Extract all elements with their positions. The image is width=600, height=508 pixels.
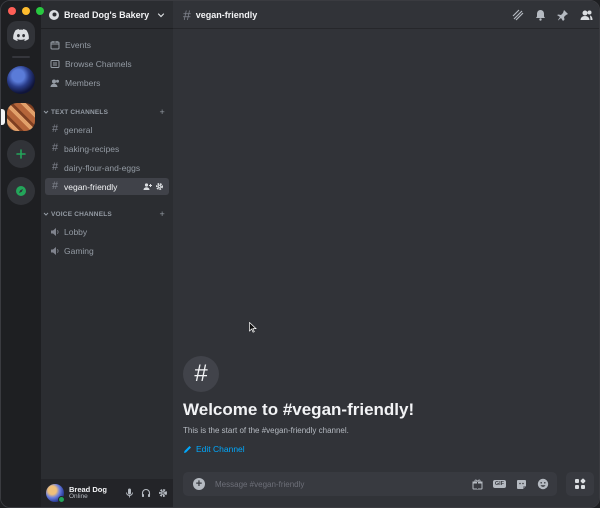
gif-button[interactable]: GIF — [492, 480, 506, 488]
channel-label: Lobby — [64, 226, 88, 237]
mouse-cursor-icon — [249, 322, 257, 333]
guild-header[interactable]: Bread Dog's Bakery — [41, 1, 173, 29]
speaker-icon — [51, 246, 59, 255]
headphones-icon[interactable] — [141, 488, 151, 498]
plus-icon — [16, 149, 26, 159]
gift-icon[interactable] — [472, 479, 483, 490]
channel-welcome: # Welcome to #vegan-friendly! This is th… — [183, 356, 414, 454]
category-label: VOICE CHANNELS — [51, 210, 112, 218]
nav-browse-channels[interactable]: Browse Channels — [45, 55, 169, 73]
close-window-button[interactable] — [8, 7, 16, 15]
channel-hash-icon: # — [183, 356, 219, 392]
category-voice-channels[interactable]: VOICE CHANNELS + — [41, 208, 173, 220]
browse-icon — [50, 59, 60, 69]
nav-browse-channels-label: Browse Channels — [65, 59, 132, 69]
discord-window: Bread Dog's Bakery Events Browse Channel… — [0, 0, 600, 508]
user-status: Online — [69, 492, 88, 500]
minimize-window-button[interactable] — [22, 7, 30, 15]
channel-general[interactable]: # general — [45, 121, 169, 138]
channel-dairy-flour-and-eggs[interactable]: # dairy-flour-and-eggs — [45, 159, 169, 176]
add-server-button[interactable] — [7, 140, 35, 168]
edit-channel-link[interactable]: Edit Channel — [183, 444, 414, 454]
create-text-channel-button[interactable]: + — [160, 107, 165, 117]
channel-label: general — [64, 124, 93, 135]
hash-icon: # — [51, 180, 59, 192]
category-text-channels[interactable]: TEXT CHANNELS + — [41, 106, 173, 118]
channel-vegan-friendly[interactable]: # vegan-friendly — [45, 178, 169, 195]
channel-title: vegan-friendly — [195, 9, 258, 20]
gear-icon[interactable] — [155, 182, 164, 191]
channel-baking-recipes[interactable]: # baking-recipes — [45, 140, 169, 157]
pencil-icon — [184, 445, 191, 453]
members-icon[interactable] — [580, 9, 593, 21]
hash-icon: # — [51, 142, 59, 154]
speaker-icon — [51, 227, 59, 236]
apps-icon — [575, 478, 586, 489]
channel-sidebar: Bread Dog's Bakery Events Browse Channel… — [41, 1, 173, 507]
message-input[interactable]: Message #vegan-friendly — [215, 480, 462, 489]
microphone-icon[interactable] — [125, 488, 134, 498]
online-status-icon — [58, 496, 65, 503]
compass-icon — [16, 186, 26, 196]
channel-label: dairy-flour-and-eggs — [64, 162, 141, 173]
explore-servers-button[interactable] — [7, 177, 35, 205]
category-label: TEXT CHANNELS — [51, 108, 109, 116]
bell-icon[interactable] — [535, 9, 546, 21]
selected-server-indicator — [1, 109, 5, 125]
zoom-window-button[interactable] — [36, 7, 44, 15]
channel-label: vegan-friendly — [64, 181, 118, 192]
rail-separator — [12, 56, 30, 58]
members-icon — [50, 78, 60, 88]
welcome-title: Welcome to #vegan-friendly! — [183, 400, 415, 419]
chevron-down-icon — [43, 212, 49, 216]
nav-members-label: Members — [65, 78, 101, 88]
main-chat: # vegan-friendly # Welcome to #vegan-fri… — [173, 1, 599, 507]
nav-members[interactable]: Members — [45, 74, 169, 92]
invite-icon[interactable] — [143, 182, 152, 191]
voice-channel-gaming[interactable]: Gaming — [45, 242, 169, 259]
chevron-down-icon[interactable] — [157, 11, 165, 19]
hash-icon: # — [51, 161, 59, 173]
voice-channel-lobby[interactable]: Lobby — [45, 223, 169, 240]
chevron-down-icon — [43, 110, 49, 114]
avatar[interactable] — [46, 484, 65, 503]
message-composer[interactable]: + Message #vegan-friendly GIF — [183, 472, 557, 496]
pin-icon[interactable] — [557, 9, 569, 21]
upload-plus-button[interactable]: + — [193, 478, 205, 490]
channel-header: # vegan-friendly — [173, 1, 599, 29]
channel-label: baking-recipes — [64, 143, 120, 154]
server-icon-bread-dogs-bakery[interactable] — [1, 103, 35, 131]
channel-label: Gaming — [64, 245, 94, 256]
calendar-icon — [50, 40, 60, 50]
home-button[interactable] — [7, 21, 35, 49]
discord-logo-icon — [13, 29, 29, 41]
nav-events-label: Events — [65, 40, 91, 50]
gear-icon[interactable] — [158, 488, 168, 498]
server-icon-1[interactable] — [7, 66, 35, 94]
nav-events[interactable]: Events — [45, 36, 169, 54]
hash-icon: # — [183, 6, 191, 23]
guild-name: Bread Dog's Bakery — [64, 9, 150, 20]
sticker-icon[interactable] — [516, 479, 527, 490]
server-rail — [1, 1, 41, 507]
threads-icon[interactable] — [512, 9, 524, 21]
edit-channel-label: Edit Channel — [196, 444, 245, 454]
welcome-subtitle: This is the start of the #vegan-friendly… — [183, 426, 349, 435]
create-voice-channel-button[interactable]: + — [160, 209, 165, 219]
hash-icon: # — [51, 123, 59, 135]
emoji-icon[interactable] — [537, 478, 549, 490]
guild-badge-icon — [49, 9, 59, 20]
user-info[interactable]: Bread Dog Online — [69, 485, 120, 501]
app-launcher-button[interactable] — [566, 472, 594, 496]
window-controls — [8, 7, 44, 15]
user-panel: Bread Dog Online — [41, 479, 173, 507]
